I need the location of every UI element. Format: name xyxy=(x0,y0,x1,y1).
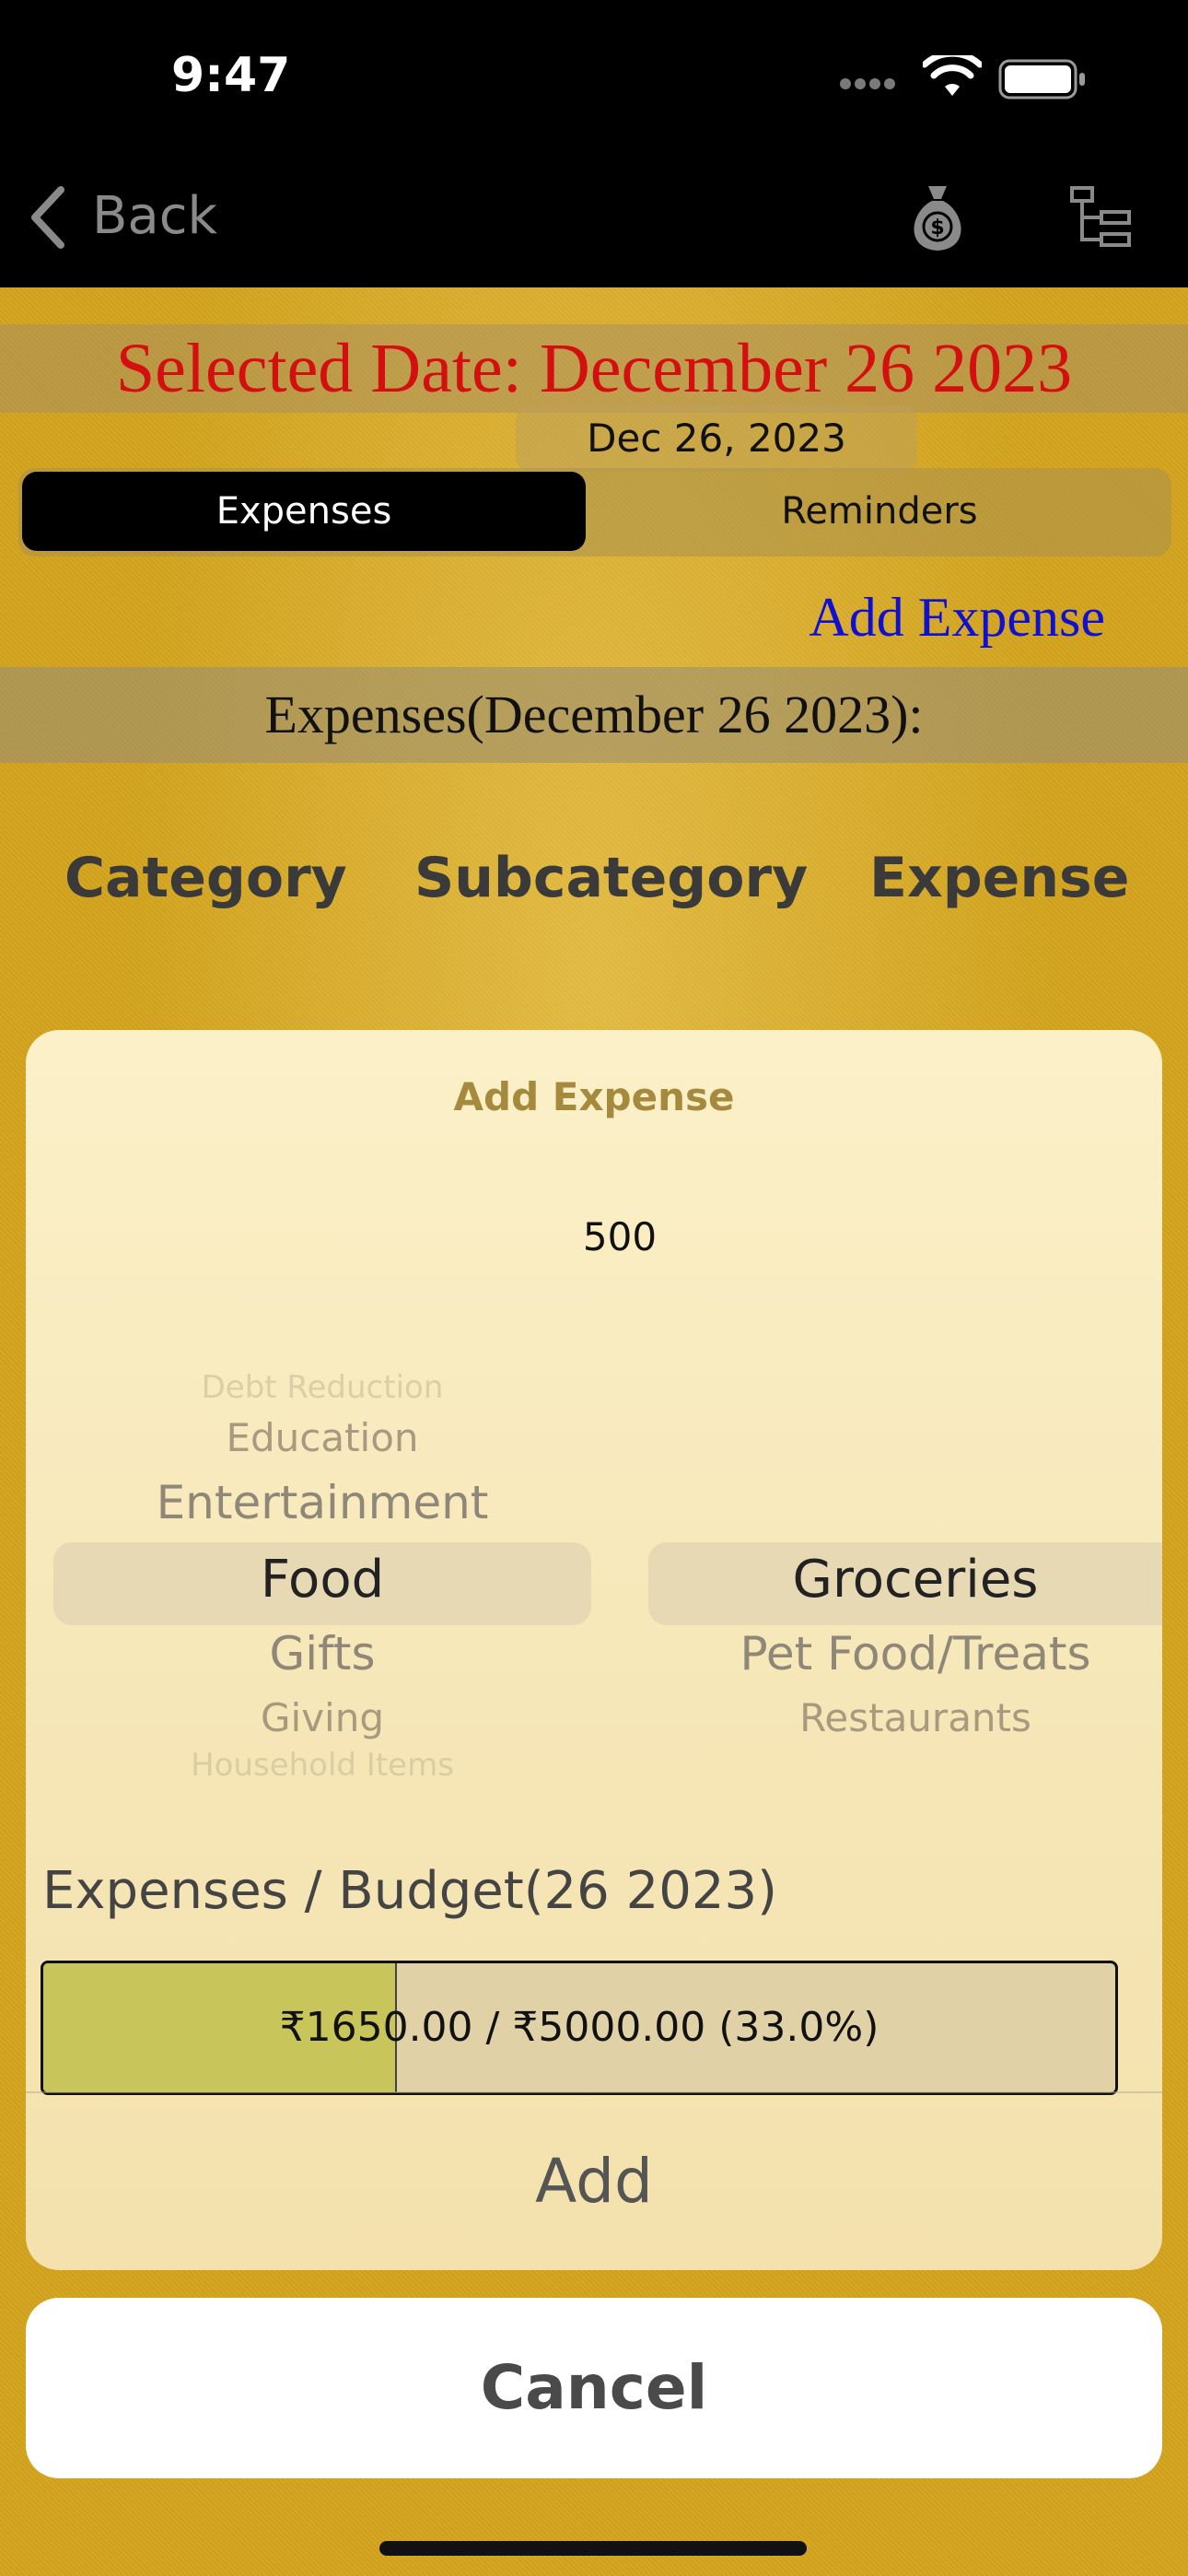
picker-item[interactable]: Debt Reduction xyxy=(53,1373,591,1406)
add-button[interactable]: Add xyxy=(26,2093,1162,2270)
svg-text:$: $ xyxy=(930,217,944,240)
amount-input[interactable] xyxy=(486,1207,753,1266)
category-picker[interactable]: Debt Reduction Education Entertainment F… xyxy=(53,1373,591,1787)
picker-item[interactable]: Gifts xyxy=(53,1627,591,1680)
wifi-icon xyxy=(923,55,982,96)
cancel-button[interactable]: Cancel xyxy=(26,2298,1162,2478)
picker-item[interactable]: Entertainment xyxy=(53,1476,591,1529)
budget-label: Expenses / Budget(26 2023) xyxy=(42,1861,777,1921)
sheet-title: Add Expense xyxy=(453,1074,735,1119)
picker-item[interactable]: Pet Food/Treats xyxy=(648,1627,1182,1680)
hierarchy-icon[interactable] xyxy=(1068,184,1135,251)
money-bag-icon[interactable]: $ xyxy=(903,181,973,254)
status-time: 9:47 xyxy=(171,48,291,103)
selected-date-title: Selected Date: December 26 2023 xyxy=(115,330,1073,407)
column-header-category: Category xyxy=(64,846,347,910)
budget-progress-text: ₹1650.00 / ₹5000.00 (33.0%) xyxy=(279,2004,879,2051)
picker-item[interactable]: Education xyxy=(53,1415,591,1460)
battery-icon xyxy=(998,59,1085,100)
picker-item-selected[interactable]: Groceries xyxy=(648,1550,1182,1610)
column-header-expense: Expense xyxy=(869,846,1130,910)
tab-expenses[interactable]: Expenses xyxy=(22,472,586,551)
list-header: Expenses(December 26 2023): xyxy=(264,685,924,744)
picker-item[interactable]: Restaurants xyxy=(648,1695,1182,1740)
home-indicator xyxy=(379,2541,807,2556)
back-button[interactable]: Back xyxy=(92,186,217,246)
chevron-left-icon[interactable] xyxy=(26,184,70,251)
picker-item-selected[interactable]: Food xyxy=(53,1550,591,1610)
column-header-subcategory: Subcategory xyxy=(414,846,809,910)
date-picker-value[interactable]: Dec 26, 2023 xyxy=(516,405,917,472)
picker-item[interactable]: Giving xyxy=(53,1695,591,1740)
subcategory-picker[interactable]: Groceries Pet Food/Treats Restaurants xyxy=(648,1373,1182,1787)
cellular-signal-icon xyxy=(840,76,904,90)
picker-item[interactable]: Household Items xyxy=(53,1747,591,1784)
tab-reminders[interactable]: Reminders xyxy=(589,472,1170,551)
add-expense-link[interactable]: Add Expense xyxy=(645,586,1105,650)
